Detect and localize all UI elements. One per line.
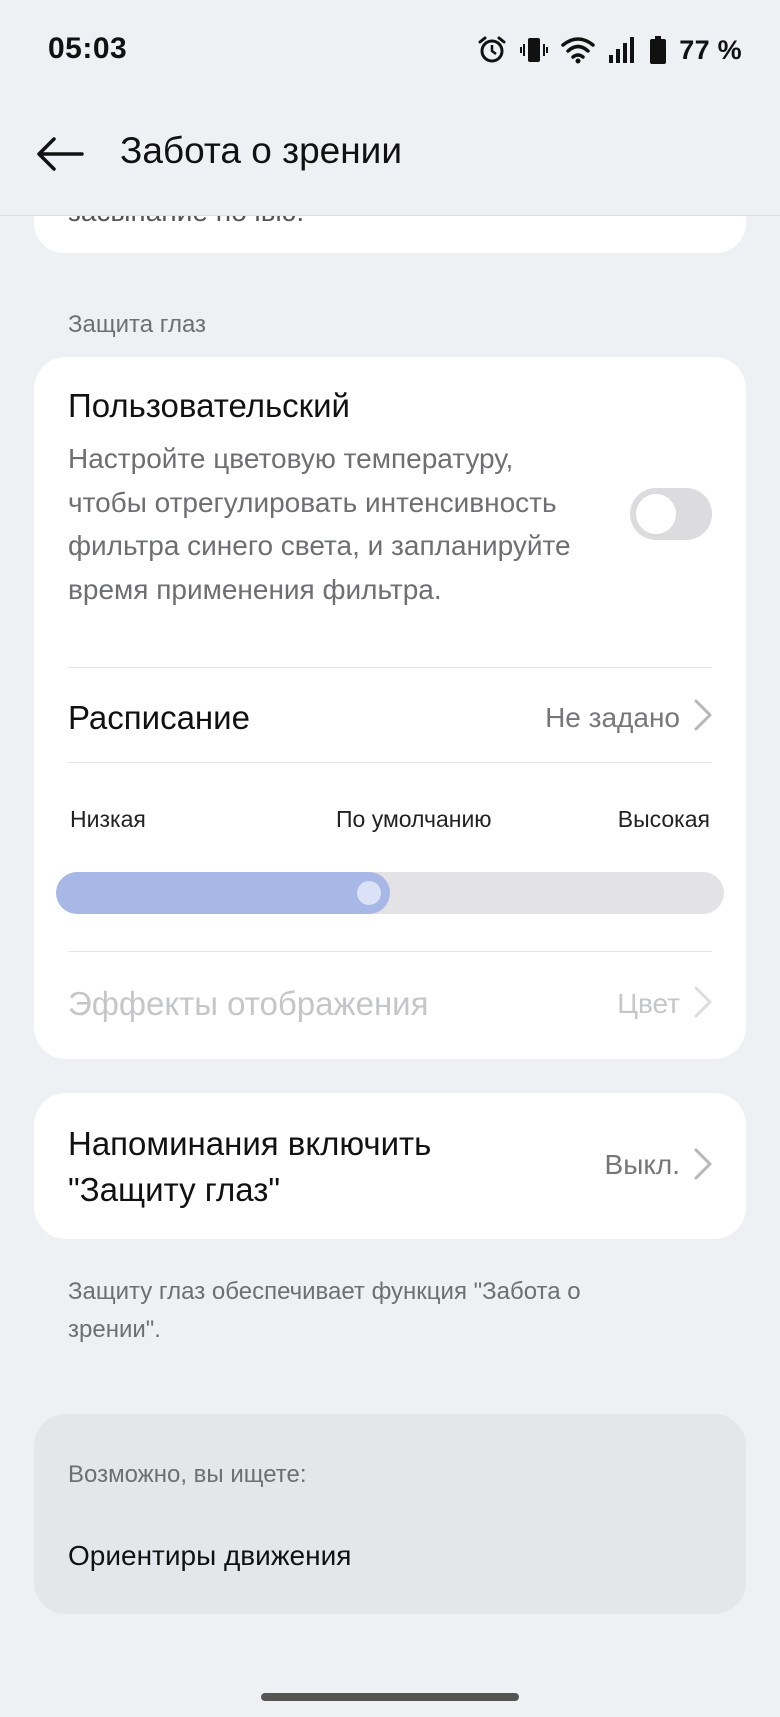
reminder-value: Выкл. [604,1149,680,1180]
alarm-icon [478,36,506,63]
slider-fill [56,872,390,914]
intensity-default-label: По умолчанию [336,806,492,832]
home-indicator[interactable] [261,1693,519,1701]
page-title: Забота о зрении [120,130,403,171]
slider-thumb[interactable] [357,881,381,905]
back-button[interactable] [30,124,90,184]
intensity-low-label: Низкая [70,806,146,832]
custom-mode-description: Настройте цветовую температуру, чтобы от… [68,443,571,605]
suggestions-label: Возможно, вы ищете: [68,1461,307,1488]
vibrate-icon [520,38,549,62]
battery-percent: 77 % [679,34,742,65]
schedule-value: Не задано [545,702,680,733]
divider [68,762,712,763]
intensity-high-label: Высокая [617,806,710,832]
schedule-row[interactable]: Расписание Не задано [34,668,746,762]
schedule-label: Расписание [68,699,250,736]
intensity-slider[interactable] [56,872,724,914]
custom-mode-title: Пользовательский [68,387,350,424]
battery-icon [650,36,667,64]
section-label-eye-protection: Защита глаз [68,311,207,338]
display-effects-value: Цвет [617,988,680,1019]
reminder-label: Напоминания включить "Защиту глаз" [68,1125,432,1208]
eye-protection-card: Пользовательский Настройте цветовую темп… [34,357,746,1059]
status-time: 05:03 [48,32,128,65]
display-effects-label: Эффекты отображения [68,985,429,1022]
display-effects-row: Эффекты отображения Цвет [34,952,746,1052]
status-bar: 05:03 77 % [0,0,780,100]
reminder-card[interactable]: Напоминания включить "Защиту глаз" Выкл. [34,1093,746,1239]
app-header: Забота о зрении [0,100,780,216]
suggestion-item[interactable]: Ориентиры движения [68,1540,351,1572]
footnote: Защиту глаз обеспечивает функция "Забота… [68,1278,581,1343]
toggle-knob [636,494,676,534]
signal-icon [609,37,635,63]
status-icons: 77 % [477,30,742,70]
wifi-icon [561,37,595,64]
custom-mode-toggle[interactable] [630,488,712,540]
back-arrow-icon [37,137,84,171]
chevron-right-icon [694,986,712,1018]
intensity-scale-labels: Низкая По умолчанию Высокая [68,806,744,836]
chevron-right-icon [694,1148,712,1180]
chevron-right-icon [694,699,712,731]
suggestions-card: Возможно, вы ищете: Ориентиры движения [34,1414,746,1614]
